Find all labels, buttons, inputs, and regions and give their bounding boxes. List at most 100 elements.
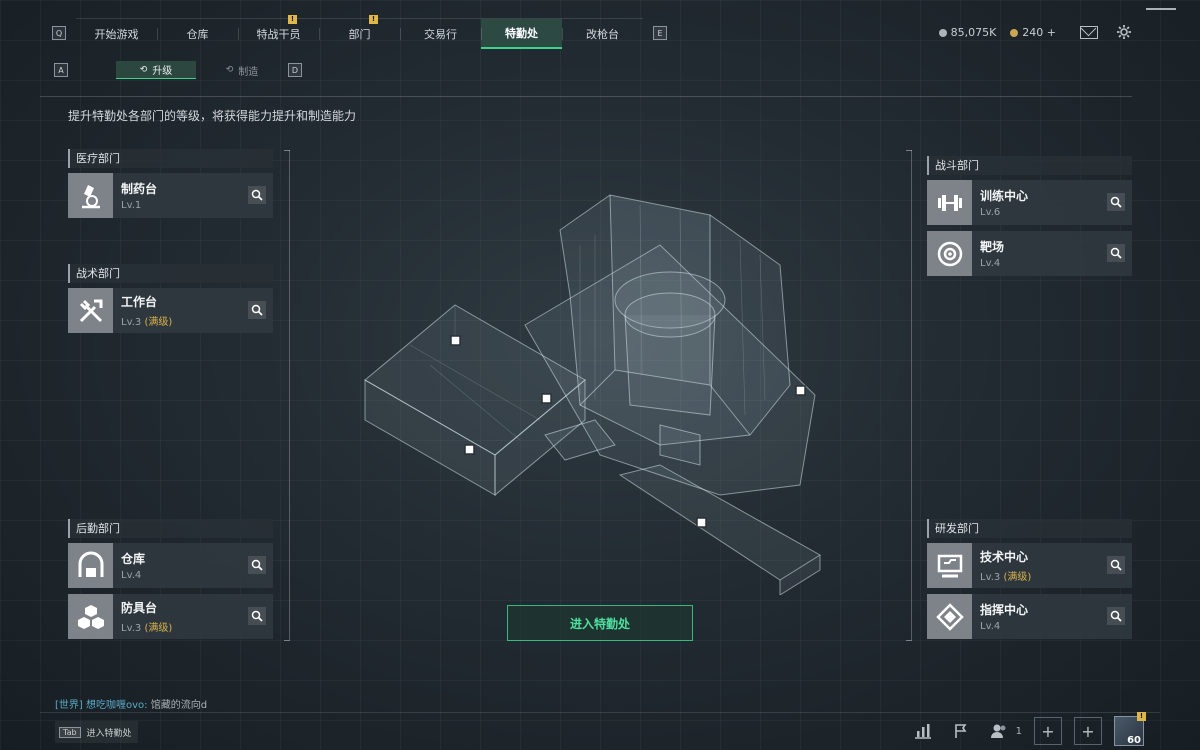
facility-level: Lv.3 (满级) — [980, 572, 1032, 583]
tab-label: 特勤处 — [505, 26, 538, 40]
facility-workbench[interactable]: 工作台 Lv.3 (满级) — [68, 288, 273, 333]
dept-combat: 战斗部门 训练中心 Lv.6 靶场 Lv.4 — [927, 150, 1132, 282]
frame-corner — [284, 640, 290, 641]
nav-tabs: 开始游戏 仓库 特战干员! 部门! 交易行 特勤处 改枪台 — [76, 14, 643, 49]
top-right-bar — [1146, 8, 1176, 10]
silver-coin-icon — [938, 28, 947, 37]
dept-tactical: 战术部门 工作台 Lv.3 (满级) — [68, 258, 273, 339]
frame-corner — [906, 150, 912, 151]
tab-label: 开始游戏 — [94, 27, 139, 41]
flag-icon[interactable] — [948, 718, 974, 744]
add-teammate-slot[interactable]: + — [1074, 717, 1102, 745]
frame-corner — [906, 640, 912, 641]
tab-warehouse[interactable]: 仓库 — [157, 19, 238, 49]
facility-pharmacy[interactable]: 制药台 Lv.1 — [68, 173, 273, 218]
tab-label: 仓库 — [186, 27, 209, 41]
facility-level: Lv.4 — [980, 258, 1001, 269]
gold-amount: 240 + — [1022, 25, 1056, 39]
dept-title: 研发部门 — [927, 519, 1132, 538]
main-nav: Q 开始游戏 仓库 特战干员! 部门! 交易行 特勤处 改枪台 E — [52, 14, 667, 49]
facility-armor-bench[interactable]: 防具台 Lv.3 (满级) — [68, 594, 273, 639]
tab-start-game[interactable]: 开始游戏 — [76, 19, 157, 49]
tab-shortcut-hint[interactable]: Tab 进入特勤处 — [55, 721, 138, 743]
alert-badge: ! — [369, 14, 378, 24]
facility-name: 指挥中心 — [980, 603, 1029, 617]
facility-name: 工作台 — [121, 295, 158, 309]
subtab-label: 制造 — [238, 66, 259, 78]
subtab-craft[interactable]: ⟲ 制造 — [202, 61, 282, 79]
tab-label: 部门 — [348, 27, 371, 41]
facility-command-center[interactable]: 指挥中心 Lv.4 — [927, 594, 1132, 639]
upgrade-icon: ⟲ — [139, 64, 148, 75]
warehouse-icon — [68, 543, 113, 588]
subtab-upgrade[interactable]: ⟲ 升级 — [116, 61, 196, 79]
search-icon[interactable] — [248, 301, 266, 319]
tab-gunsmith[interactable]: 改枪台 — [562, 19, 643, 49]
search-icon[interactable] — [248, 607, 266, 625]
dept-logistics: 后勤部门 仓库 Lv.4 防具台 Lv.3 (满级) — [68, 513, 273, 645]
facility-level: Lv.1 — [121, 200, 142, 211]
search-icon[interactable] — [1107, 193, 1125, 211]
dept-title: 战术部门 — [68, 264, 273, 283]
bottom-toolbar: 1 + + 60 ! — [910, 712, 1146, 746]
dept-research: 研发部门 技术中心 Lv.3 (满级) 指挥中心 Lv.4 — [927, 513, 1132, 645]
tab-hint-label: 进入特勤处 — [86, 728, 132, 739]
gold-currency[interactable]: 240 + — [1010, 26, 1056, 39]
facility-level: Lv.3 (满级) — [121, 317, 173, 328]
search-icon[interactable] — [248, 556, 266, 574]
dept-title: 医疗部门 — [68, 149, 273, 168]
add-teammate-slot[interactable]: + — [1034, 717, 1062, 745]
tab-operators[interactable]: 特战干员! — [238, 14, 319, 49]
facility-level: Lv.3 (满级) — [121, 623, 173, 634]
facility-name: 训练中心 — [980, 189, 1029, 203]
gold-coin-icon — [1010, 28, 1019, 37]
search-icon[interactable] — [1107, 244, 1125, 262]
subtab-label: 升级 — [152, 66, 173, 77]
search-icon[interactable] — [1107, 607, 1125, 625]
tab-label: 改枪台 — [586, 27, 619, 41]
divider — [40, 96, 1132, 97]
tools-icon — [68, 288, 113, 333]
facility-tech-center[interactable]: 技术中心 Lv.3 (满级) — [927, 543, 1132, 588]
divider — [40, 712, 1160, 713]
silver-currency: 85,075K — [938, 25, 997, 39]
chat-sender: 想吃咖喱ovo: — [86, 700, 148, 711]
mail-icon[interactable] — [1080, 25, 1098, 39]
avatar[interactable]: 60 ! — [1114, 712, 1146, 746]
facility-training-center[interactable]: 训练中心 Lv.6 — [927, 180, 1132, 225]
subnav-key-left: A — [54, 63, 68, 77]
facility-level: Lv.4 — [121, 570, 142, 581]
chat-message[interactable]: [世界] 想吃咖喱ovo: 馆藏的流向d — [55, 696, 207, 711]
search-icon[interactable] — [1107, 556, 1125, 574]
facility-warehouse[interactable]: 仓库 Lv.4 — [68, 543, 273, 588]
search-icon[interactable] — [248, 186, 266, 204]
boxes-icon — [68, 594, 113, 639]
facility-level: Lv.4 — [980, 621, 1001, 632]
frame-left-line — [289, 150, 290, 640]
facility-name: 靶场 — [980, 240, 1005, 254]
tab-departments[interactable]: 部门! — [319, 14, 400, 49]
silver-amount: 85,075K — [950, 25, 997, 39]
target-icon — [927, 231, 972, 276]
facility-model — [364, 194, 821, 595]
dumbbell-icon — [927, 180, 972, 225]
frame-corner — [284, 150, 290, 151]
facility-shooting-range[interactable]: 靶场 Lv.4 — [927, 231, 1132, 276]
tab-market[interactable]: 交易行 — [400, 19, 481, 49]
stats-icon[interactable] — [910, 718, 936, 744]
enter-special-ops-button[interactable]: 进入特勤处 — [507, 605, 693, 641]
friends-icon[interactable] — [986, 718, 1012, 744]
frame-right-line — [911, 150, 912, 640]
alert-badge: ! — [1137, 712, 1146, 721]
gear-icon[interactable] — [1116, 24, 1132, 40]
tab-special-ops[interactable]: 特勤处 — [481, 18, 562, 49]
sub-nav: A ⟲ 升级 ⟲ 制造 D — [54, 61, 302, 79]
tab-label: 特战干员 — [256, 27, 301, 41]
tab-key: Tab — [59, 726, 81, 738]
tab-label: 交易行 — [424, 27, 457, 41]
page-description: 提升特勤处各部门的等级，将获得能力提升和制造能力 — [68, 109, 357, 123]
chip-icon — [927, 594, 972, 639]
monitor-icon — [927, 543, 972, 588]
nav-key-left: Q — [52, 26, 66, 40]
microscope-icon — [68, 173, 113, 218]
